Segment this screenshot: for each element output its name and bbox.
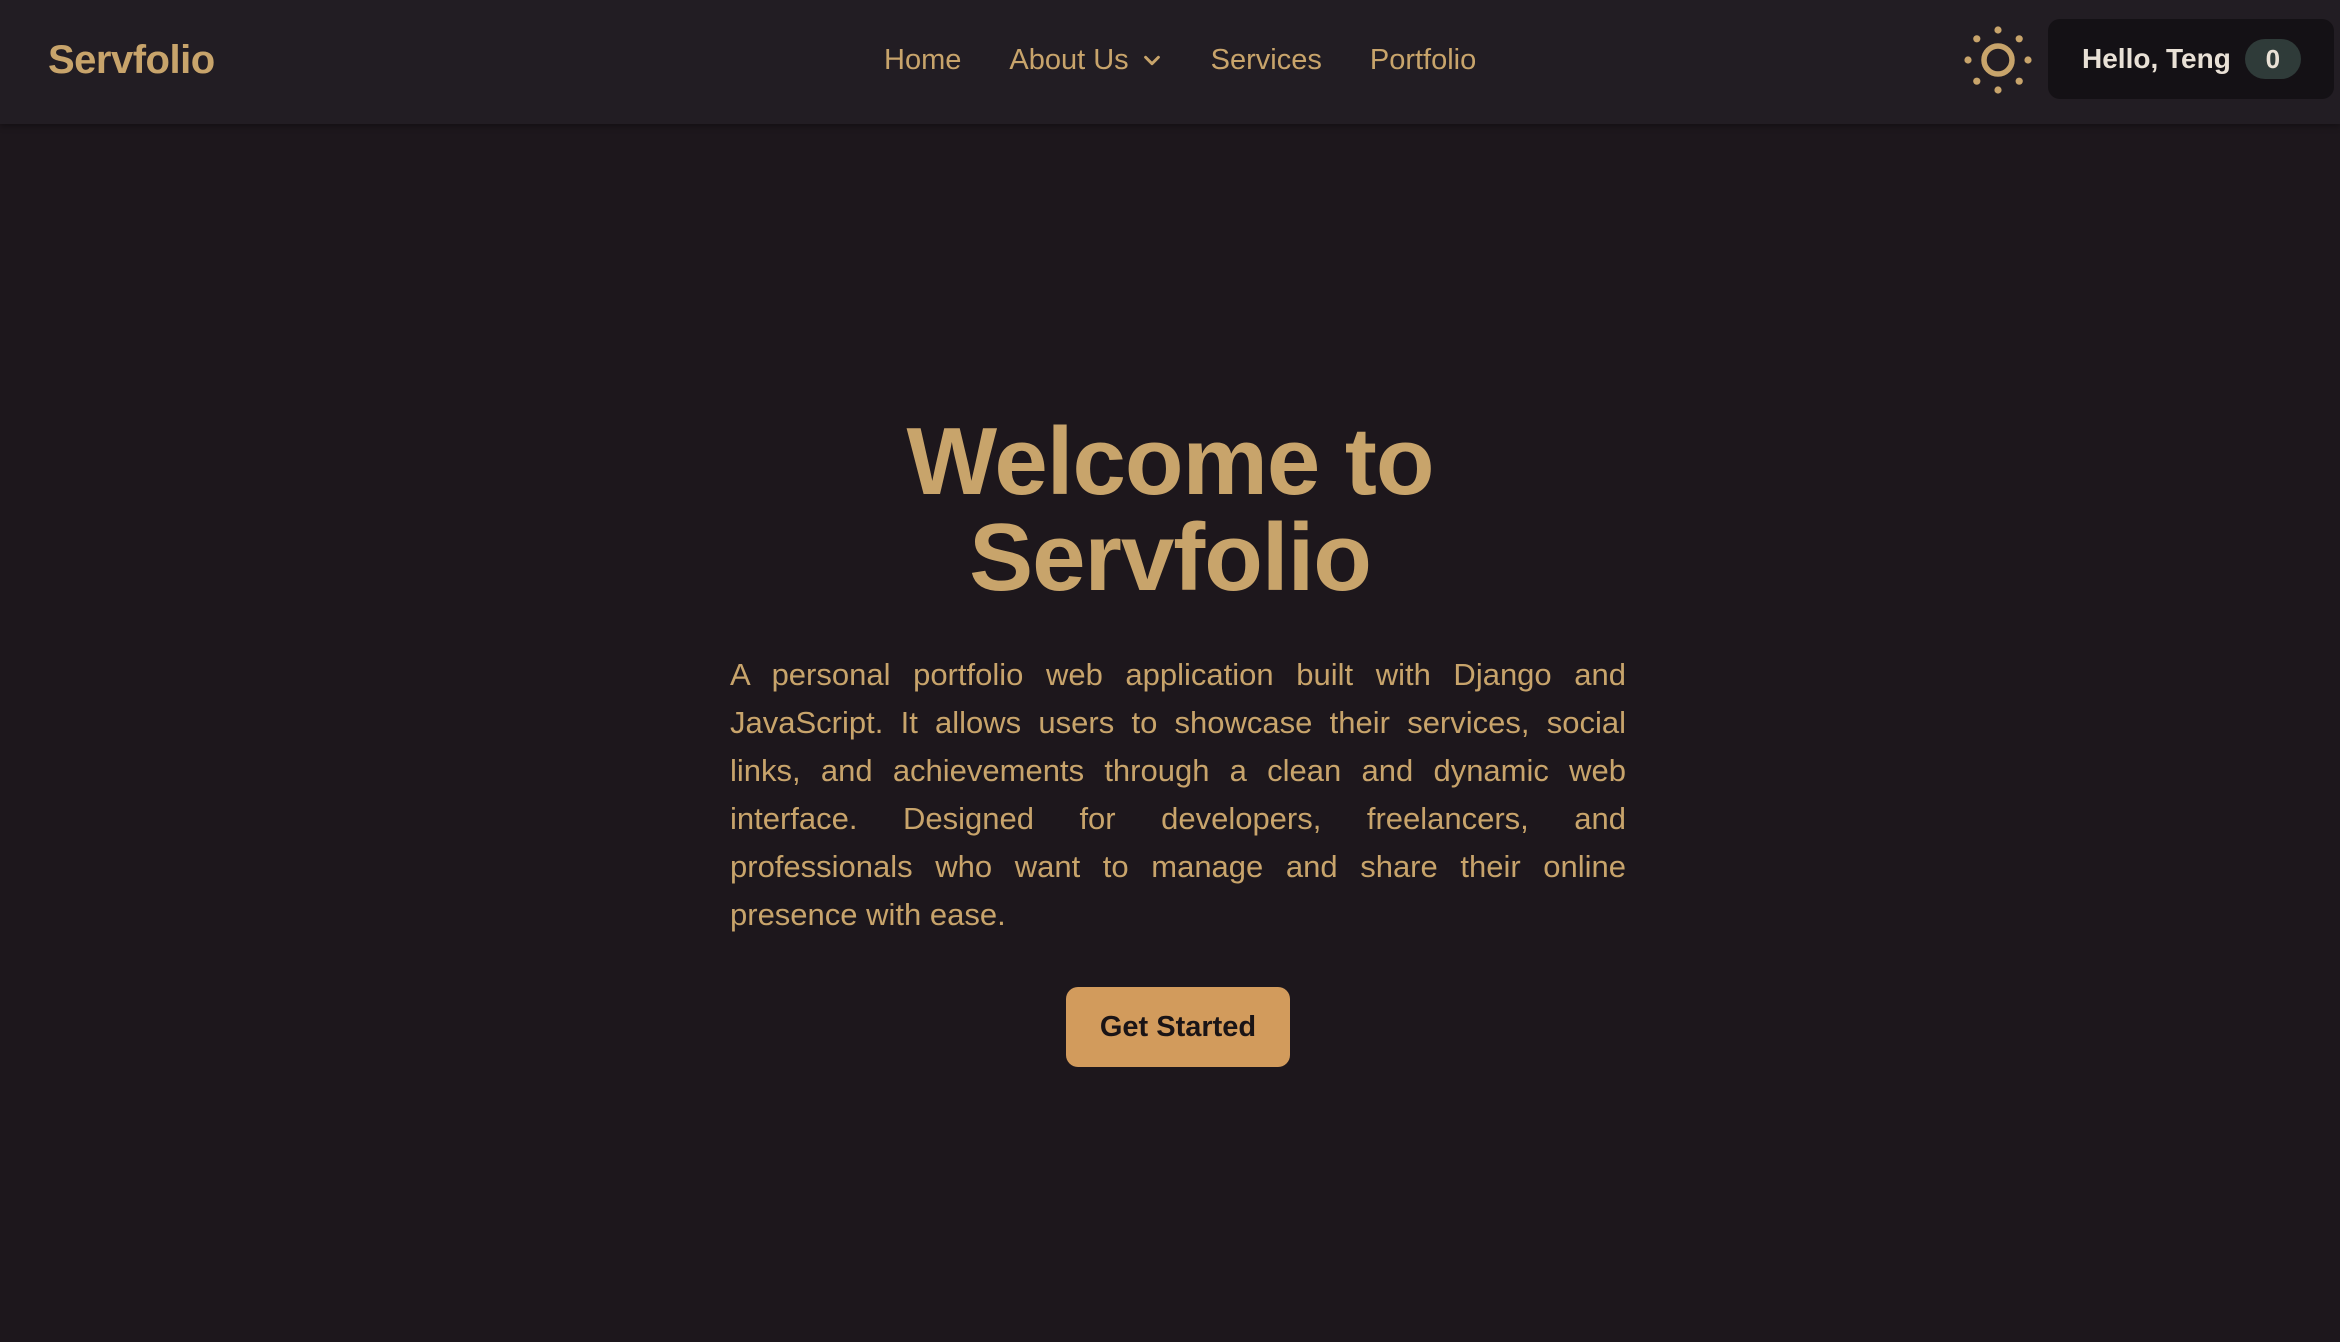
nav-item-label: About Us <box>1009 43 1129 76</box>
nav-item-portfolio[interactable]: Portfolio <box>1370 44 1476 77</box>
sun-icon[interactable] <box>1962 24 2034 96</box>
nav-item-about-us[interactable]: About Us <box>1009 44 1162 77</box>
nav-item-home[interactable]: Home <box>884 44 961 77</box>
brand-logo-link[interactable]: Servfolio <box>48 0 215 120</box>
nav-item-label: Services <box>1210 43 1322 76</box>
chevron-down-icon <box>1143 55 1160 66</box>
nav-item-label: Home <box>884 43 962 76</box>
notification-count-badge: 0 <box>2244 39 2301 79</box>
nav-item-services[interactable]: Services <box>1211 44 1322 77</box>
hero-title-line2: Servfolio <box>969 504 1372 611</box>
hero-section: Welcome to Servfolio A personal portfoli… <box>0 124 2340 1342</box>
nav-item-label: Portfolio <box>1369 43 1477 76</box>
nav-menu: Home About Us Services Portfolio <box>884 0 1476 120</box>
user-greeting: Hello, Teng <box>2082 43 2231 74</box>
hero-title-line1: Welcome to <box>906 408 1435 515</box>
user-menu-button[interactable]: Hello, Teng 0 <box>2048 19 2334 99</box>
hero-description: A personal portfolio web application bui… <box>730 657 1626 932</box>
top-navbar: Servfolio Home About Us Services Portfol… <box>0 0 2340 124</box>
hero-title: Welcome to Servfolio <box>0 414 2340 606</box>
get-started-button[interactable]: Get Started <box>1066 987 1290 1067</box>
